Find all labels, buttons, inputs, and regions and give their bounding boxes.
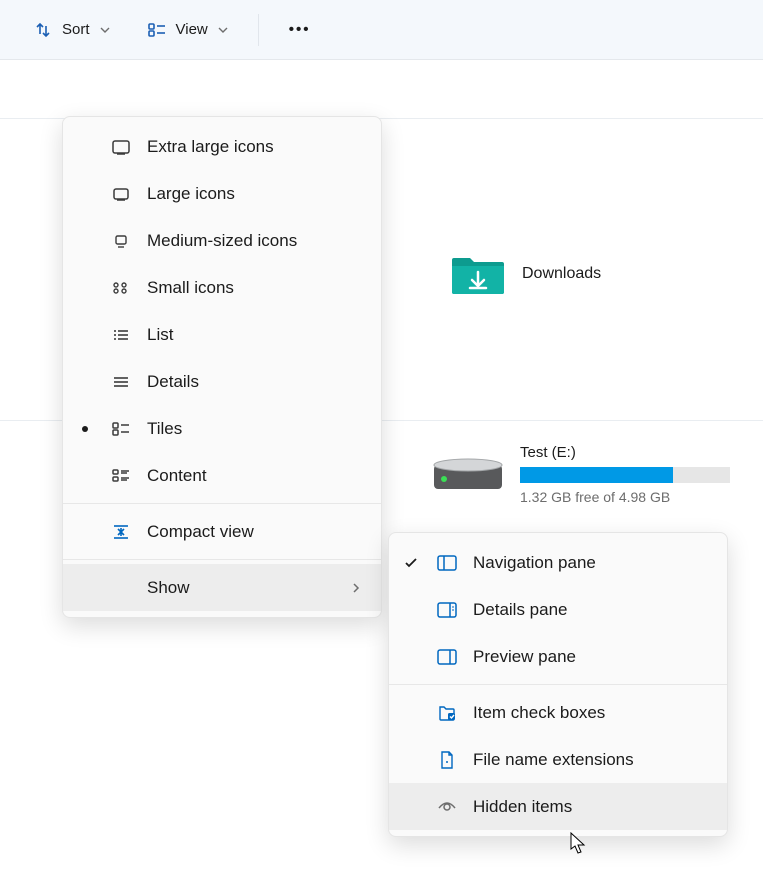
menu-item-label: Large icons bbox=[147, 184, 361, 204]
submenu-details-pane[interactable]: Details pane bbox=[389, 586, 727, 633]
menu-details[interactable]: Details bbox=[63, 358, 381, 405]
submenu-navigation-pane[interactable]: Navigation pane bbox=[389, 539, 727, 586]
chevron-right-icon bbox=[351, 583, 361, 593]
drive-free-text: 1.32 GB free of 4.98 GB bbox=[520, 489, 730, 505]
folder-tile-downloads[interactable]: Downloads bbox=[450, 252, 601, 296]
view-button[interactable]: View bbox=[136, 15, 240, 44]
checked-indicator bbox=[401, 557, 421, 569]
view-label: View bbox=[176, 21, 208, 38]
menu-item-label: Preview pane bbox=[473, 647, 707, 667]
compact-view-icon bbox=[109, 524, 133, 540]
item-checkboxes-icon bbox=[435, 704, 459, 722]
submenu-hidden-items[interactable]: Hidden items bbox=[389, 783, 727, 830]
chevron-down-icon bbox=[218, 27, 228, 33]
menu-tiles[interactable]: Tiles bbox=[63, 405, 381, 452]
large-icons-icon bbox=[109, 187, 133, 201]
menu-item-label: Content bbox=[147, 466, 361, 486]
menu-extra-large-icons[interactable]: Extra large icons bbox=[63, 123, 381, 170]
tiles-icon bbox=[109, 422, 133, 436]
chevron-down-icon bbox=[100, 27, 110, 33]
menu-item-label: Small icons bbox=[147, 278, 361, 298]
menu-item-label: Extra large icons bbox=[147, 137, 361, 157]
selected-indicator bbox=[75, 426, 95, 432]
menu-item-label: Show bbox=[147, 578, 337, 598]
menu-item-label: Hidden items bbox=[473, 797, 707, 817]
menu-item-label: File name extensions bbox=[473, 750, 707, 770]
menu-item-label: Compact view bbox=[147, 522, 361, 542]
menu-item-label: Navigation pane bbox=[473, 553, 707, 573]
toolbar: Sort View ••• bbox=[0, 0, 763, 60]
sort-label: Sort bbox=[62, 21, 90, 38]
preview-pane-icon bbox=[435, 649, 459, 665]
drive-usage-bar bbox=[520, 467, 730, 483]
toolbar-separator bbox=[258, 14, 259, 46]
menu-large-icons[interactable]: Large icons bbox=[63, 170, 381, 217]
menu-small-icons[interactable]: Small icons bbox=[63, 264, 381, 311]
menu-item-label: Details bbox=[147, 372, 361, 392]
extra-large-icons-icon bbox=[109, 139, 133, 155]
drive-tile[interactable]: Test (E:) 1.32 GB free of 4.98 GB bbox=[432, 444, 730, 505]
medium-icons-icon bbox=[109, 234, 133, 248]
navigation-pane-icon bbox=[435, 555, 459, 571]
menu-list[interactable]: List bbox=[63, 311, 381, 358]
hidden-items-icon bbox=[435, 800, 459, 814]
list-icon bbox=[109, 328, 133, 342]
drive-usage-fill bbox=[520, 467, 673, 483]
menu-separator bbox=[389, 684, 727, 685]
menu-separator bbox=[63, 559, 381, 560]
sort-icon bbox=[34, 21, 52, 39]
show-submenu: Navigation pane Details pane Preview pan… bbox=[388, 532, 728, 837]
details-icon bbox=[109, 375, 133, 389]
details-pane-icon bbox=[435, 602, 459, 618]
menu-item-label: List bbox=[147, 325, 361, 345]
sort-button[interactable]: Sort bbox=[22, 15, 122, 45]
menu-item-label: Item check boxes bbox=[473, 703, 707, 723]
submenu-file-extensions[interactable]: File name extensions bbox=[389, 736, 727, 783]
small-icons-icon bbox=[109, 281, 133, 295]
menu-compact-view[interactable]: Compact view bbox=[63, 508, 381, 555]
menu-show[interactable]: Show bbox=[63, 564, 381, 611]
file-extensions-icon bbox=[435, 751, 459, 769]
more-icon: ••• bbox=[289, 21, 311, 38]
submenu-preview-pane[interactable]: Preview pane bbox=[389, 633, 727, 680]
drive-name: Test (E:) bbox=[520, 444, 730, 461]
menu-medium-icons[interactable]: Medium-sized icons bbox=[63, 217, 381, 264]
menu-separator bbox=[63, 503, 381, 504]
view-icon bbox=[148, 23, 166, 37]
folder-label: Downloads bbox=[522, 265, 601, 283]
menu-item-label: Tiles bbox=[147, 419, 361, 439]
view-menu: Extra large icons Large icons Medium-siz… bbox=[62, 116, 382, 618]
downloads-folder-icon bbox=[450, 252, 506, 296]
menu-content[interactable]: Content bbox=[63, 452, 381, 499]
drive-icon bbox=[432, 455, 504, 495]
submenu-item-checkboxes[interactable]: Item check boxes bbox=[389, 689, 727, 736]
menu-item-label: Details pane bbox=[473, 600, 707, 620]
menu-item-label: Medium-sized icons bbox=[147, 231, 361, 251]
more-button[interactable]: ••• bbox=[277, 15, 323, 44]
content-icon bbox=[109, 469, 133, 483]
